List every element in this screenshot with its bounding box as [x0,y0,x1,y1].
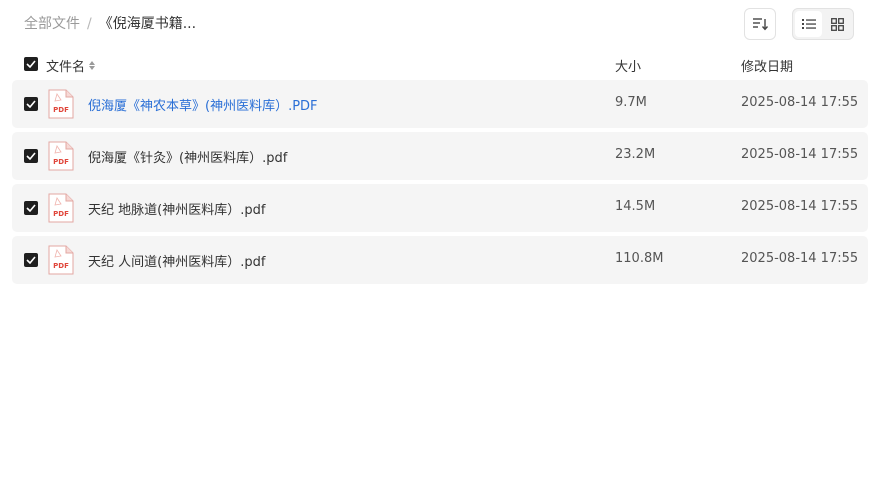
table-header: 文件名 大小 修改日期 [12,50,868,78]
check-icon [26,60,36,68]
check-icon [26,204,36,212]
row-checkbox[interactable] [24,201,38,215]
table-row[interactable]: PDF 倪海厦《神农本草》(神州医料库）.PDF 9.7M 2025-08-14… [12,80,868,128]
file-name-link[interactable]: 天纪 人间道(神州医料库）.pdf [88,251,265,270]
file-name-link[interactable]: 倪海厦《针灸》(神州医料库）.pdf [88,147,287,166]
column-header-size: 大小 [615,60,642,75]
sort-button[interactable] [744,8,776,40]
file-date: 2025-08-14 17:55 [741,147,859,162]
table-row[interactable]: PDF 天纪 地脉道(神州医料库）.pdf 14.5M 2025-08-14 1… [12,184,868,232]
file-name-link[interactable]: 天纪 地脉道(神州医料库）.pdf [88,199,265,218]
column-header-name[interactable]: 文件名 [46,56,96,75]
file-size: 23.2M [615,147,656,162]
file-size: 9.7M [615,95,647,110]
check-icon [26,256,36,264]
grid-view-icon [831,17,844,31]
breadcrumb-separator: / [87,16,92,32]
column-header-date: 修改日期 [741,60,794,75]
check-icon [26,152,36,160]
table-row[interactable]: PDF 倪海厦《针灸》(神州医料库）.pdf 23.2M 2025-08-14 … [12,132,868,180]
list-view-icon [801,19,816,29]
sort-lines-icon [753,18,768,31]
breadcrumb: 全部文件 / 《倪海厦书籍... [24,15,196,33]
file-date: 2025-08-14 17:55 [741,95,859,110]
file-size: 14.5M [615,199,656,214]
pdf-icon-label: PDF [53,210,69,218]
pdf-icon: PDF [48,89,74,119]
column-header-name-label: 文件名 [46,60,86,75]
breadcrumb-current: 《倪海厦书籍... [98,16,197,32]
check-icon [26,100,36,108]
row-checkbox[interactable] [24,97,38,111]
file-date: 2025-08-14 17:55 [741,199,859,214]
pdf-icon-label: PDF [53,106,69,114]
file-date: 2025-08-14 17:55 [741,251,859,266]
grid-view-button[interactable] [824,11,851,37]
row-checkbox[interactable] [24,253,38,267]
list-view-button[interactable] [795,11,822,37]
file-name-link[interactable]: 倪海厦《神农本草》(神州医料库）.PDF [88,95,318,114]
breadcrumb-root-link[interactable]: 全部文件 [24,15,80,33]
sort-caret-icon [89,61,96,70]
select-all-checkbox[interactable] [24,57,38,71]
pdf-icon-label: PDF [53,158,69,166]
pdf-icon: PDF [48,193,74,223]
row-checkbox[interactable] [24,149,38,163]
pdf-icon: PDF [48,141,74,171]
pdf-icon: PDF [48,245,74,275]
pdf-icon-label: PDF [53,262,69,270]
top-bar: 全部文件 / 《倪海厦书籍... [0,0,878,48]
file-list: PDF 倪海厦《神农本草》(神州医料库）.PDF 9.7M 2025-08-14… [12,80,868,288]
view-toggle [792,8,854,40]
table-row[interactable]: PDF 天纪 人间道(神州医料库）.pdf 110.8M 2025-08-14 … [12,236,868,284]
file-size: 110.8M [615,251,664,266]
